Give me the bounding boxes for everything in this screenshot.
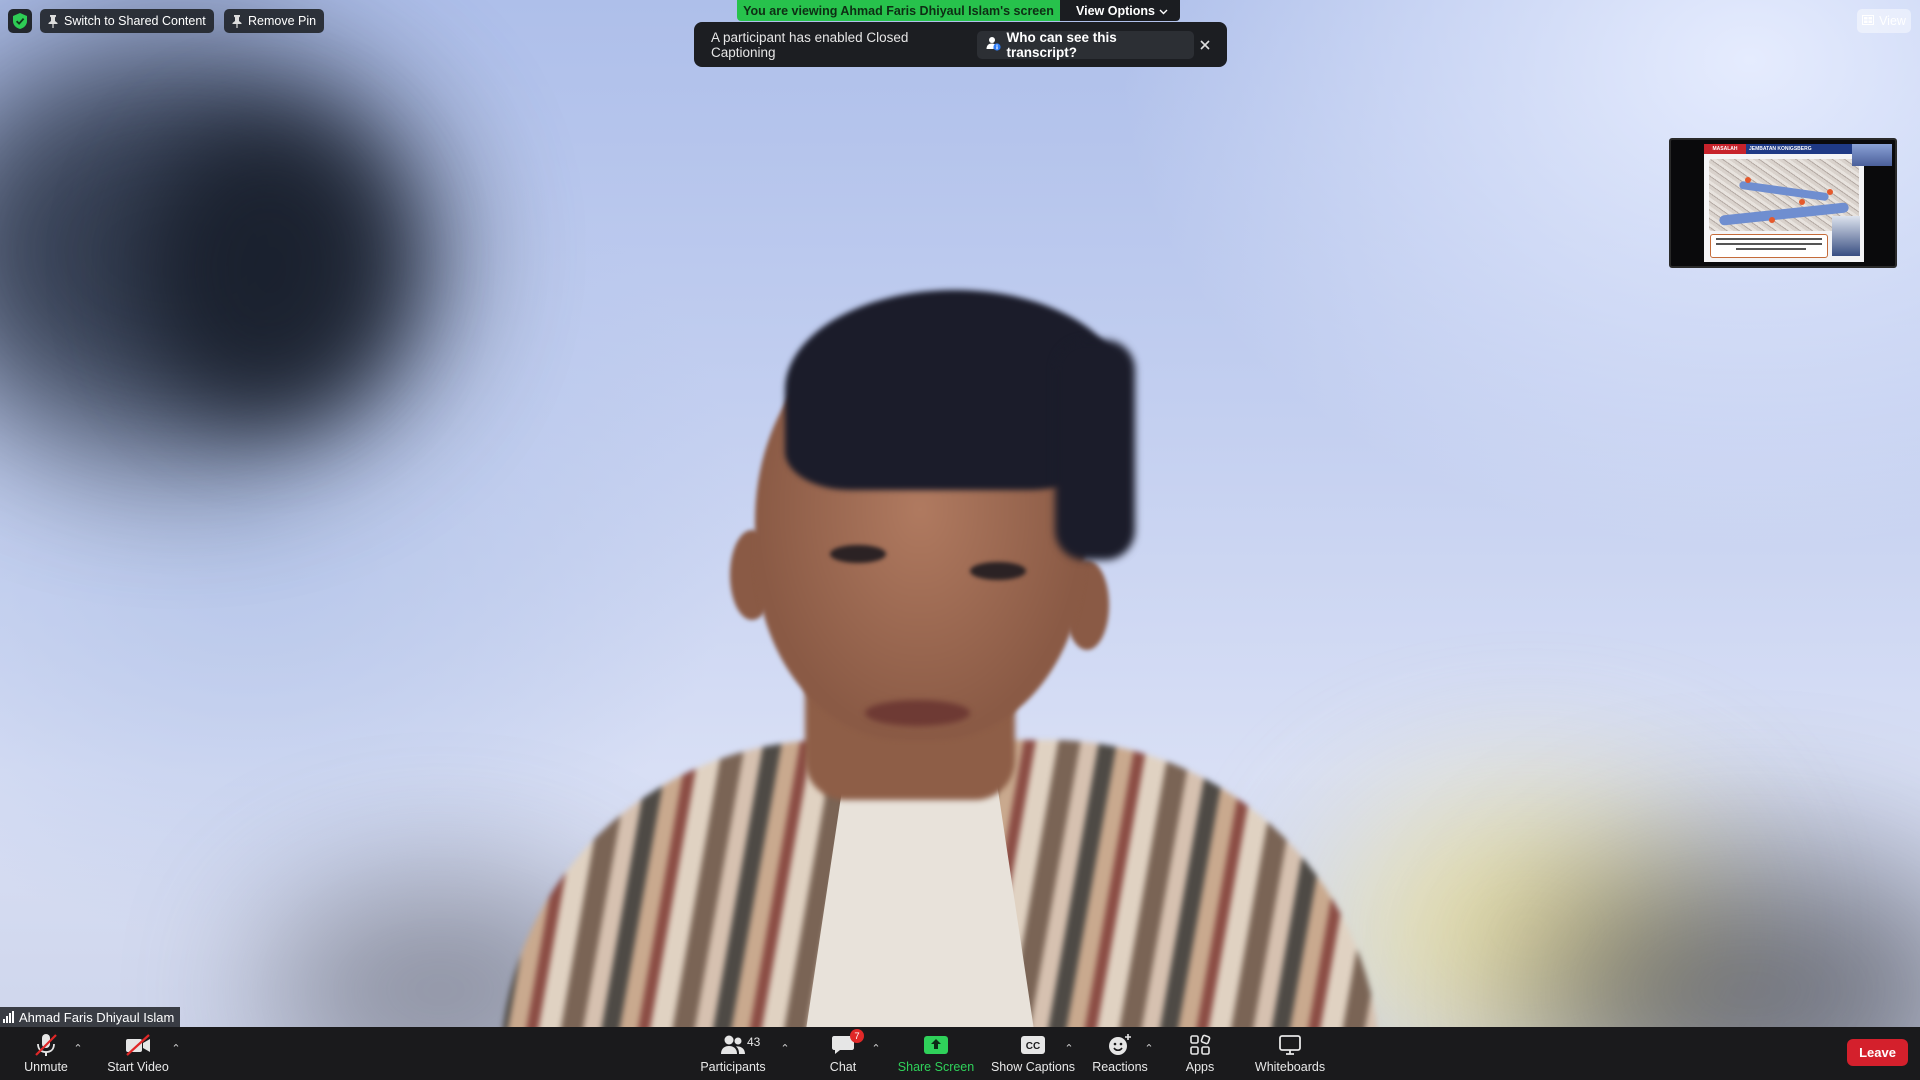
participant-figure: [500, 280, 1400, 1027]
unmute-button[interactable]: Unmute: [18, 1031, 74, 1077]
participants-icon: 43: [720, 1031, 760, 1059]
person-info-icon: [986, 36, 1001, 54]
map-marker: [1769, 217, 1775, 223]
screen-share-banner: You are viewing Ahmad Faris Dhiyaul Isla…: [737, 0, 1060, 21]
chat-label: Chat: [829, 1060, 857, 1074]
slide-header: MASALAH JEMBATAN KONIGSBERG: [1704, 144, 1864, 154]
whiteboards-button[interactable]: Whiteboards: [1250, 1031, 1330, 1077]
whiteboard-icon: [1278, 1031, 1302, 1059]
reactions-label: Reactions: [1092, 1060, 1148, 1074]
start-video-button[interactable]: Start Video: [104, 1031, 172, 1077]
audio-options-chevron-up-icon[interactable]: ⌃: [71, 1041, 85, 1055]
closed-captions-icon: CC: [1020, 1031, 1046, 1059]
share-screen-label: Share Screen: [897, 1060, 975, 1074]
participant-mouth: [865, 700, 970, 726]
show-captions-label: Show Captions: [990, 1060, 1076, 1074]
chat-unread-badge: 7: [850, 1029, 864, 1043]
smiley-add-icon: [1107, 1031, 1133, 1059]
map-marker: [1799, 199, 1805, 205]
slide-title: JEMBATAN KONIGSBERG: [1749, 146, 1812, 152]
switch-to-shared-content-button[interactable]: Switch to Shared Content: [40, 9, 214, 33]
whiteboards-label: Whiteboards: [1254, 1060, 1326, 1074]
pin-icon: [48, 14, 58, 28]
shared-slide-preview: MASALAH JEMBATAN KONIGSBERG: [1704, 144, 1864, 262]
video-options-chevron-up-icon[interactable]: ⌃: [169, 1041, 183, 1055]
participant-eye: [970, 562, 1026, 580]
chat-button[interactable]: 7 Chat: [820, 1029, 866, 1077]
map-marker: [1827, 189, 1833, 195]
participants-options-chevron-up-icon[interactable]: ⌃: [778, 1041, 792, 1055]
screen-share-banner-text: You are viewing Ahmad Faris Dhiyaul Isla…: [743, 3, 1054, 18]
view-options-label: View Options: [1076, 3, 1155, 18]
map-marker: [1745, 177, 1751, 183]
participant-eye: [830, 545, 886, 563]
map-river: [1738, 180, 1830, 202]
slide-portrait-image: [1832, 216, 1860, 256]
captions-icon-text: CC: [1026, 1041, 1040, 1052]
apps-icon: [1189, 1031, 1211, 1059]
share-screen-button[interactable]: Share Screen: [896, 1031, 976, 1077]
view-options-button[interactable]: View Options: [1060, 0, 1180, 21]
grid-view-icon: [1862, 14, 1875, 28]
closed-caption-message: A participant has enabled Closed Caption…: [711, 29, 909, 60]
leave-meeting-label: Leave: [1859, 1045, 1896, 1060]
reactions-button[interactable]: Reactions: [1092, 1031, 1148, 1077]
slide-tag: MASALAH: [1704, 144, 1746, 154]
presenter-camera-mini: [1852, 144, 1892, 166]
meeting-toolbar: Unmute ⌃ Start Video ⌃ 43 Participants ⌃: [0, 1027, 1920, 1080]
connection-signal-icon: [3, 1011, 14, 1023]
chevron-down-icon: [1159, 4, 1168, 18]
participants-label: Participants: [700, 1060, 766, 1074]
security-shield-icon[interactable]: [8, 9, 32, 33]
slide-text-box: [1710, 234, 1828, 258]
map-river: [1718, 202, 1850, 226]
captions-options-chevron-up-icon[interactable]: ⌃: [1062, 1041, 1076, 1055]
participant-hair: [1055, 340, 1135, 560]
participants-button[interactable]: 43 Participants: [698, 1031, 768, 1077]
chat-options-chevron-up-icon[interactable]: ⌃: [869, 1041, 883, 1055]
view-layout-button[interactable]: View: [1857, 9, 1911, 33]
remove-pin-label: Remove Pin: [248, 14, 317, 28]
reactions-options-chevron-up-icon[interactable]: ⌃: [1142, 1041, 1156, 1055]
apps-button[interactable]: Apps: [1180, 1031, 1220, 1077]
closed-caption-notification: A participant has enabled Closed Caption…: [694, 22, 1227, 67]
muted-microphone-icon: [33, 1031, 59, 1059]
participant-video: [0, 0, 1920, 1027]
leave-meeting-button[interactable]: Leave: [1847, 1039, 1908, 1066]
switch-to-shared-content-label: Switch to Shared Content: [64, 14, 206, 28]
video-off-icon: [124, 1031, 152, 1059]
start-video-label: Start Video: [107, 1060, 169, 1074]
participants-count: 43: [747, 1035, 761, 1049]
apps-label: Apps: [1185, 1060, 1215, 1074]
remove-pin-button[interactable]: Remove Pin: [224, 9, 325, 33]
close-icon[interactable]: [1194, 33, 1217, 57]
share-screen-icon: [923, 1031, 949, 1059]
view-layout-label: View: [1879, 14, 1906, 28]
background-blur-shape: [140, 120, 400, 420]
shared-content-thumbnail[interactable]: MASALAH JEMBATAN KONIGSBERG: [1669, 138, 1897, 268]
unmute-label: Unmute: [24, 1060, 68, 1074]
who-can-see-transcript-button[interactable]: Who can see this transcript?: [976, 29, 1194, 60]
participant-name: Ahmad Faris Dhiyaul Islam: [19, 1009, 175, 1025]
chat-bubble-icon: 7: [831, 1029, 864, 1059]
who-can-see-transcript-label: Who can see this transcript?: [1006, 29, 1117, 60]
participant-name-tag: Ahmad Faris Dhiyaul Islam: [0, 1007, 181, 1027]
pin-icon: [232, 14, 242, 28]
